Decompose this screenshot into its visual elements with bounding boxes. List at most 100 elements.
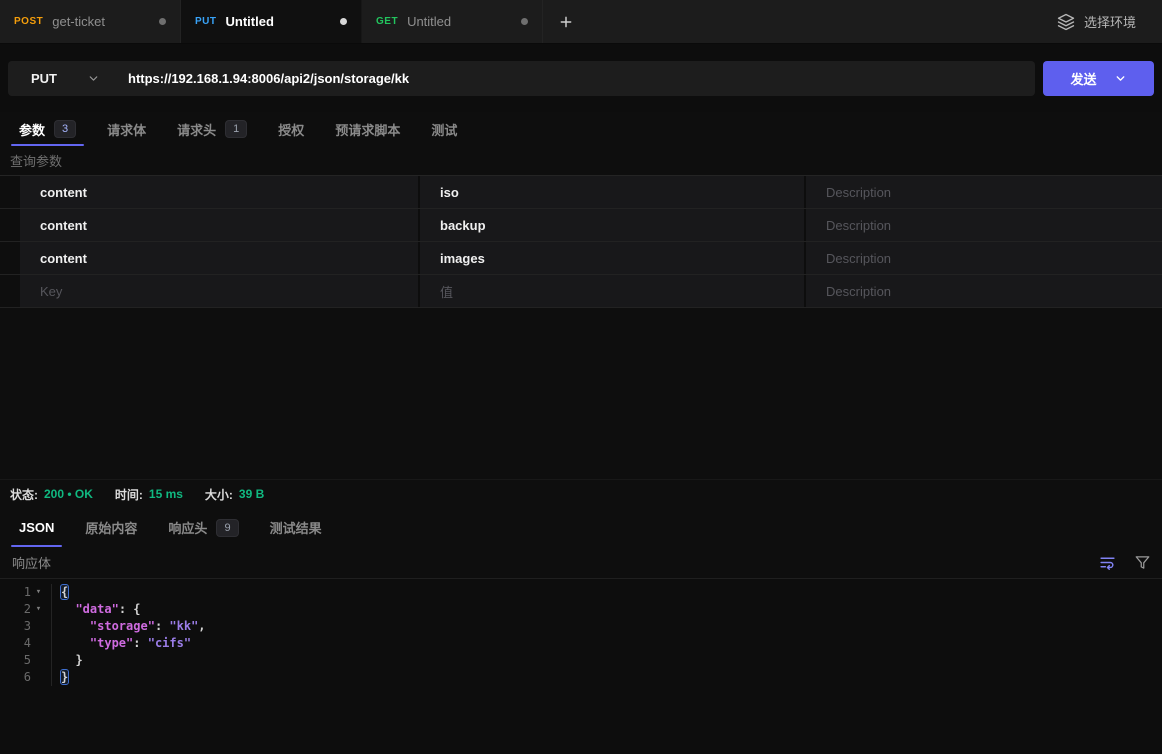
status-label: 状态: <box>10 486 38 503</box>
tab-raw[interactable]: 原始内容 <box>74 509 148 547</box>
tab-headers[interactable]: 响应头9 <box>157 509 249 547</box>
param-description-input[interactable]: Description <box>804 242 1162 274</box>
method-selector[interactable]: PUT <box>8 71 128 86</box>
row-handle <box>0 275 20 307</box>
word-wrap-button[interactable] <box>1099 554 1116 571</box>
param-description-input[interactable]: Description <box>804 209 1162 241</box>
editor-gutter: 4 <box>0 635 52 652</box>
tab-label: 参数 <box>19 120 45 139</box>
request-tab-get-ticket[interactable]: POST get-ticket <box>0 0 181 43</box>
param-value-input[interactable]: iso <box>418 176 804 208</box>
param-key-input[interactable]: Key <box>20 275 418 307</box>
tab-title: Untitled <box>407 14 512 29</box>
editor-gutter: 6 <box>0 669 52 686</box>
empty-area <box>0 308 1162 479</box>
code-token: "data" <box>75 602 118 616</box>
response-status-bar: 状态: 200 • OK 时间: 15 ms 大小: 39 B <box>0 479 1162 509</box>
response-section-tabs: JSON 原始内容响应头9 测试结果 <box>0 509 1162 547</box>
chevron-down-icon <box>87 72 100 85</box>
time-label: 时间: <box>115 486 143 503</box>
param-description-input[interactable]: Description <box>804 176 1162 208</box>
editor-gutter: 2▾ <box>0 601 52 618</box>
request-tab-untitled-1[interactable]: PUTUntitled <box>181 0 362 43</box>
tab-params[interactable]: 参数3 <box>8 112 87 146</box>
tab-method-label: POST <box>14 16 43 27</box>
status-item: 状态: 200 • OK <box>10 486 93 503</box>
param-value-input[interactable]: 值 <box>418 275 804 307</box>
tab-label: 授权 <box>278 120 304 139</box>
size-item: 大小: 39 B <box>205 486 264 503</box>
plus-icon <box>558 14 574 30</box>
param-key-input[interactable]: content <box>20 176 418 208</box>
row-handle <box>0 176 20 208</box>
tab-tests[interactable]: 测试 <box>420 112 468 146</box>
code-token: } <box>75 653 82 667</box>
code-line: 2▾ "data": { <box>0 601 1162 618</box>
code-line: 5 } <box>0 652 1162 669</box>
size-value: 39 B <box>239 487 264 501</box>
tab-method-label: GET <box>376 16 398 27</box>
tab-pre-request-script[interactable]: 预请求脚本 <box>324 112 411 146</box>
send-button[interactable]: 发送 <box>1043 61 1154 96</box>
tab-test-results[interactable]: 测试结果 <box>259 509 333 547</box>
fold-toggle-icon[interactable]: ▾ <box>31 601 46 618</box>
tab-bar: POST get-ticket PUTUntitled GET Untitled 选择环… <box>0 0 1162 44</box>
param-description-input-placeholder: Description <box>826 218 891 233</box>
editor-gutter: 3 <box>0 618 52 635</box>
param-description-input-placeholder: Description <box>826 251 891 266</box>
tab-title: get-ticket <box>52 14 150 29</box>
param-value-input-value: images <box>440 251 485 266</box>
param-description-input[interactable]: Description <box>804 275 1162 307</box>
time-item: 时间: 15 ms <box>115 486 183 503</box>
param-value-input[interactable]: backup <box>418 209 804 241</box>
tab-label: 响应头 <box>168 518 207 537</box>
param-key-input[interactable]: content <box>20 242 418 274</box>
param-value-input-value: iso <box>440 185 459 200</box>
request-tab-untitled-2[interactable]: GET Untitled <box>362 0 543 43</box>
tab-label: 测试结果 <box>270 518 322 537</box>
param-row: content images Description <box>0 242 1162 275</box>
url-input[interactable] <box>128 71 1035 86</box>
code-content: "storage": "kk", <box>52 618 206 635</box>
response-body-label: 响应体 <box>12 553 51 572</box>
code-token <box>61 636 90 650</box>
code-token: { <box>133 602 140 616</box>
code-content: } <box>52 669 68 686</box>
tab-label: JSON <box>19 520 54 535</box>
tab-body[interactable]: 请求体 <box>96 112 157 146</box>
tab-json[interactable]: JSON <box>8 509 65 547</box>
editor-gutter: 5 <box>0 652 52 669</box>
code-token: { <box>61 585 68 599</box>
code-line: 3 "storage": "kk", <box>0 618 1162 635</box>
time-value: 15 ms <box>149 487 183 501</box>
tab-label: 预请求脚本 <box>335 120 400 139</box>
new-tab-button[interactable] <box>543 0 589 43</box>
query-params-table: contentisoDescriptioncontentbackupDescri… <box>0 176 1162 308</box>
tab-headers[interactable]: 请求头1 <box>166 112 258 146</box>
tab-label: 请求头 <box>177 120 216 139</box>
param-row: Key 值Description <box>0 275 1162 308</box>
code-line: 6} <box>0 669 1162 686</box>
fold-toggle-icon[interactable]: ▾ <box>31 584 46 601</box>
code-token <box>61 619 90 633</box>
filter-button[interactable] <box>1135 555 1150 570</box>
response-body-header: 响应体 <box>0 547 1162 579</box>
method-label: PUT <box>31 71 57 86</box>
request-url-row: PUT 发送 <box>0 44 1162 112</box>
param-key-input-placeholder: Key <box>40 284 62 299</box>
param-value-input[interactable]: images <box>418 242 804 274</box>
filter-icon <box>1135 555 1150 570</box>
size-label: 大小: <box>205 486 233 503</box>
code-token: : <box>119 602 133 616</box>
response-json-viewer[interactable]: 1▾{2▾ "data": {3 "storage": "kk",4 "type… <box>0 579 1162 754</box>
line-number: 4 <box>15 635 31 652</box>
environment-selector[interactable]: 选择环境 <box>1031 0 1162 43</box>
param-key-input[interactable]: content <box>20 209 418 241</box>
code-token: "cifs" <box>148 636 191 650</box>
param-key-input-value: content <box>40 251 87 266</box>
tab-authorization[interactable]: 授权 <box>267 112 315 146</box>
request-section-tabs: 参数3 请求体请求头1 授权 预请求脚本 测试 <box>0 112 1162 146</box>
line-number: 1 <box>15 584 31 601</box>
unsaved-dot-icon <box>521 18 528 25</box>
param-key-input-value: content <box>40 185 87 200</box>
